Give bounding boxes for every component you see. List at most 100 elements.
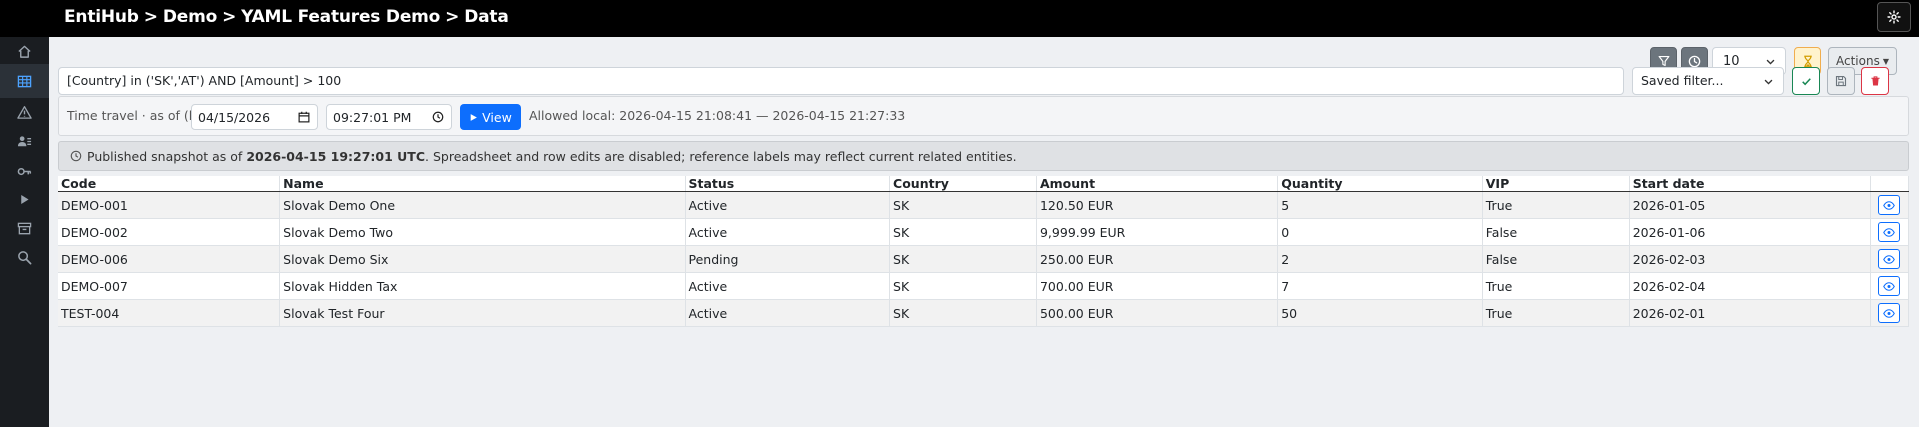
- column-header-vip[interactable]: VIP: [1482, 176, 1630, 192]
- gear-icon: [1887, 10, 1901, 24]
- view-row-button[interactable]: [1878, 222, 1901, 242]
- cell-amount: 500.00 EUR: [1036, 299, 1279, 327]
- time-travel-time-input[interactable]: 09:27:01 PM: [326, 104, 452, 130]
- filter-expression-input[interactable]: [Country] in ('SK','AT') AND [Amount] > …: [58, 67, 1624, 95]
- chevron-down-icon: [1766, 59, 1775, 65]
- table-row[interactable]: DEMO-002 Slovak Demo Two Active SK 9,999…: [58, 218, 1910, 246]
- cell-actions: [1870, 245, 1910, 273]
- cell-vip: True: [1482, 299, 1630, 327]
- view-row-button[interactable]: [1878, 303, 1901, 323]
- column-header-code[interactable]: Code: [58, 176, 281, 192]
- cell-quantity: 5: [1277, 191, 1483, 219]
- sidebar-item-search[interactable]: [0, 240, 49, 274]
- column-header-amount[interactable]: Amount: [1036, 176, 1279, 192]
- cell-status: Active: [685, 191, 891, 219]
- search-icon: [18, 250, 32, 264]
- cell-country: SK: [889, 191, 1037, 219]
- breadcrumb: EntiHub > Demo > YAML Features Demo > Data: [64, 7, 509, 27]
- top-bar: EntiHub > Demo > YAML Features Demo > Data: [0, 0, 1919, 37]
- column-header-actions: [1870, 176, 1910, 192]
- cell-quantity: 2: [1277, 245, 1483, 273]
- warning-icon: [17, 105, 32, 119]
- check-icon: [1801, 77, 1811, 85]
- eye-icon: [1883, 308, 1896, 318]
- snapshot-suffix: . Spreadsheet and row edits are disabled…: [425, 149, 1017, 164]
- cell-code: DEMO-007: [58, 272, 281, 300]
- data-table-container: Code Name Status Country Amount Quantity…: [58, 176, 1910, 327]
- column-header-quantity[interactable]: Quantity: [1277, 176, 1483, 192]
- view-row-button[interactable]: [1878, 276, 1901, 296]
- column-header-name[interactable]: Name: [279, 176, 686, 192]
- cell-actions: [1870, 218, 1910, 246]
- data-table: Code Name Status Country Amount Quantity…: [58, 176, 1910, 327]
- breadcrumb-item-entihub[interactable]: EntiHub: [64, 7, 139, 27]
- cell-amount: 700.00 EUR: [1036, 272, 1279, 300]
- time-value: 09:27:01 PM: [333, 110, 412, 125]
- table-row[interactable]: DEMO-001 Slovak Demo One Active SK 120.5…: [58, 191, 1910, 219]
- actions-label: Actions: [1836, 54, 1880, 68]
- settings-button[interactable]: [1877, 2, 1911, 32]
- allowed-range-text: Allowed local: 2026-04-15 21:08:41 — 202…: [529, 108, 906, 123]
- cell-status: Active: [685, 299, 891, 327]
- column-header-start-date[interactable]: Start date: [1629, 176, 1871, 192]
- cell-vip: True: [1482, 272, 1630, 300]
- saved-filter-select[interactable]: Saved filter...: [1632, 67, 1784, 95]
- time-travel-date-input[interactable]: 04/15/2026: [191, 104, 318, 130]
- column-header-status[interactable]: Status: [685, 176, 891, 192]
- time-travel-panel: Time travel · as of (local) 04/15/2026 0…: [58, 96, 1909, 136]
- view-snapshot-button[interactable]: View: [460, 104, 521, 130]
- cell-amount: 9,999.99 EUR: [1036, 218, 1279, 246]
- breadcrumb-item-yaml-features-demo[interactable]: YAML Features Demo: [241, 7, 440, 27]
- eye-icon: [1883, 281, 1896, 291]
- archive-icon: [17, 222, 32, 234]
- cell-name: Slovak Demo Two: [279, 218, 686, 246]
- breadcrumb-separator: >: [445, 7, 460, 27]
- sidebar-item-data[interactable]: [0, 64, 49, 98]
- cell-actions: [1870, 299, 1910, 327]
- view-row-button[interactable]: [1878, 195, 1901, 215]
- cell-name: Slovak Hidden Tax: [279, 272, 686, 300]
- table-icon: [17, 75, 32, 87]
- table-row[interactable]: DEMO-007 Slovak Hidden Tax Active SK 700…: [58, 272, 1910, 300]
- sidebar-item-users[interactable]: [0, 124, 49, 158]
- cell-quantity: 50: [1277, 299, 1483, 327]
- cell-start-date: 2026-02-04: [1629, 272, 1871, 300]
- table-row[interactable]: TEST-004 Slovak Test Four Active SK 500.…: [58, 299, 1910, 327]
- sidebar-item-home[interactable]: [0, 34, 49, 68]
- cell-actions: [1870, 191, 1910, 219]
- breadcrumb-item-demo[interactable]: Demo: [163, 7, 217, 27]
- eye-icon: [1883, 227, 1896, 237]
- cell-country: SK: [889, 299, 1037, 327]
- cell-country: SK: [889, 218, 1037, 246]
- cell-start-date: 2026-02-03: [1629, 245, 1871, 273]
- saved-filter-placeholder: Saved filter...: [1641, 73, 1724, 88]
- cell-status: Active: [685, 218, 891, 246]
- snapshot-prefix: Published snapshot as of: [87, 149, 247, 164]
- cell-country: SK: [889, 245, 1037, 273]
- cell-start-date: 2026-01-05: [1629, 191, 1871, 219]
- delete-filter-button[interactable]: [1861, 67, 1889, 95]
- chevron-down-icon: [1764, 79, 1773, 85]
- cell-name: Slovak Demo One: [279, 191, 686, 219]
- clock-icon: [70, 150, 82, 162]
- cell-status: Pending: [685, 245, 891, 273]
- play-icon: [21, 194, 29, 204]
- clock-icon: [432, 111, 444, 123]
- date-value: 04/15/2026: [198, 110, 271, 125]
- apply-filter-button[interactable]: [1792, 67, 1820, 95]
- table-header-row: Code Name Status Country Amount Quantity…: [58, 176, 1910, 192]
- cell-code: DEMO-001: [58, 191, 281, 219]
- table-row[interactable]: DEMO-006 Slovak Demo Six Pending SK 250.…: [58, 245, 1910, 273]
- eye-icon: [1883, 200, 1896, 210]
- cell-name: Slovak Test Four: [279, 299, 686, 327]
- cell-vip: False: [1482, 245, 1630, 273]
- cell-status: Active: [685, 272, 891, 300]
- cell-amount: 250.00 EUR: [1036, 245, 1279, 273]
- save-filter-button[interactable]: [1827, 67, 1855, 95]
- view-row-button[interactable]: [1878, 249, 1901, 269]
- save-icon: [1835, 75, 1847, 87]
- cell-start-date: 2026-01-06: [1629, 218, 1871, 246]
- snapshot-notice: Published snapshot as of 2026-04-15 19:2…: [58, 141, 1909, 171]
- column-header-country[interactable]: Country: [889, 176, 1037, 192]
- cell-name: Slovak Demo Six: [279, 245, 686, 273]
